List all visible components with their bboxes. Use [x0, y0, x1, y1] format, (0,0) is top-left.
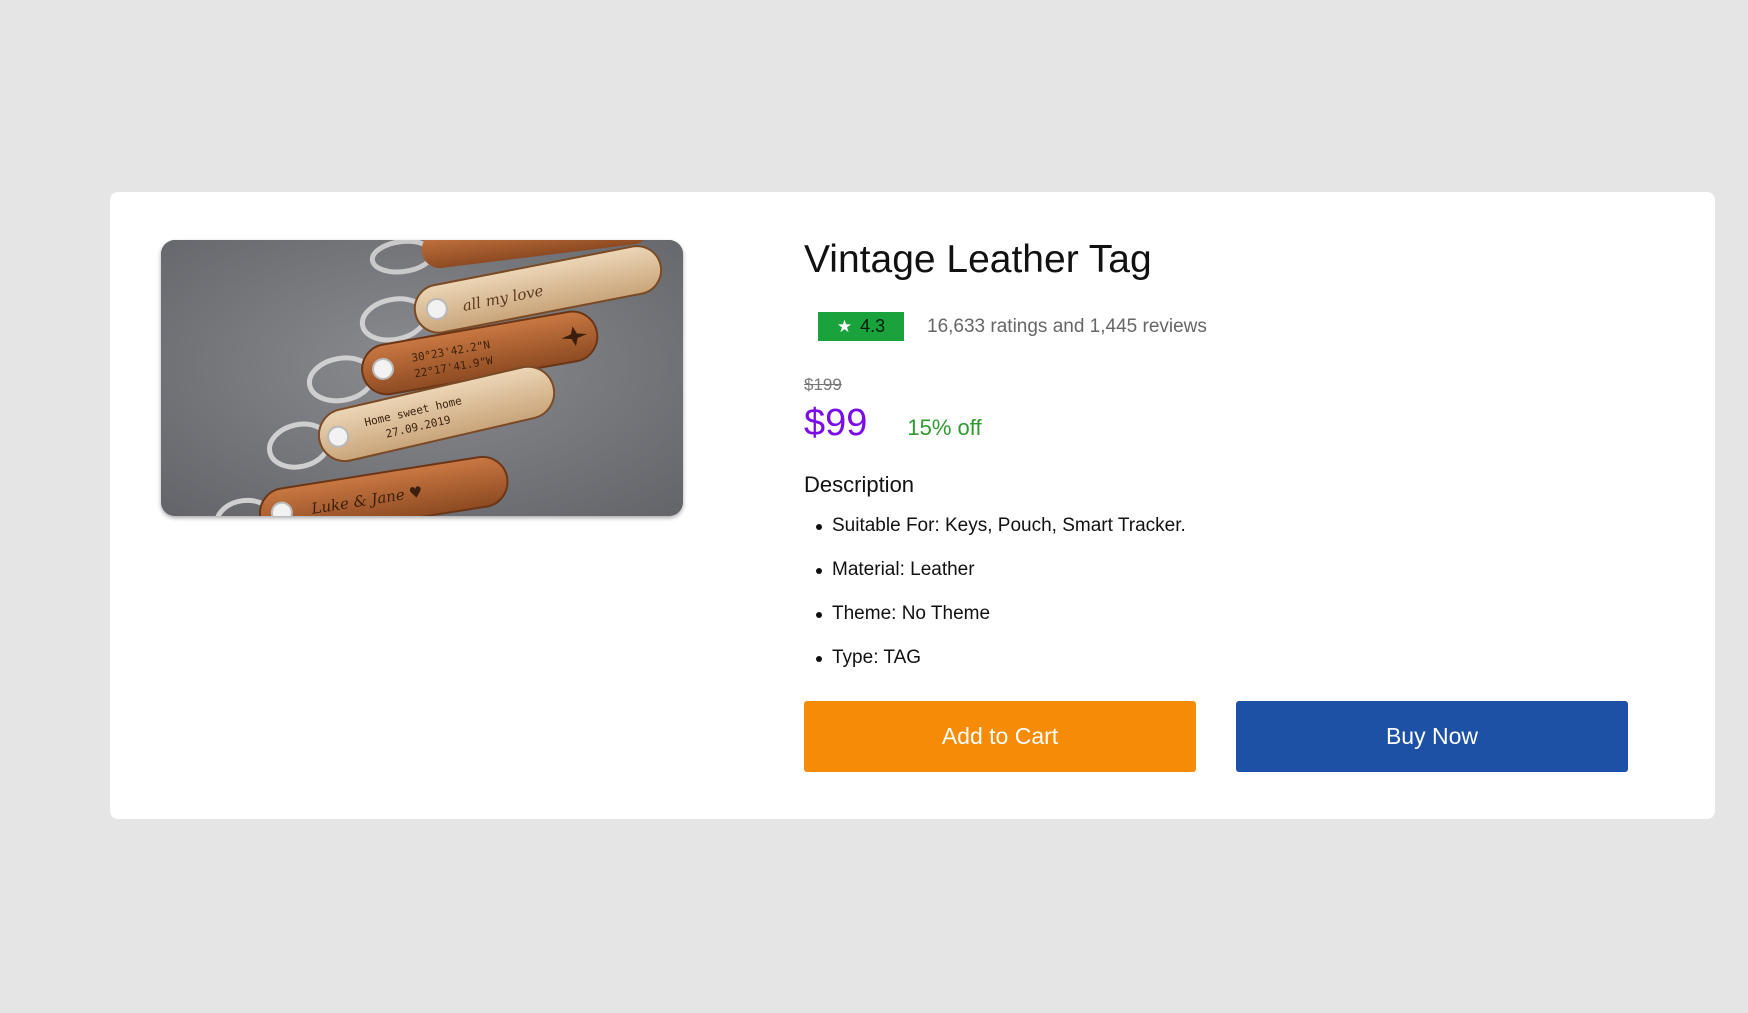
product-title: Vintage Leather Tag — [804, 238, 1152, 281]
price-row: $99 15% off — [804, 402, 982, 445]
current-price: $99 — [804, 402, 868, 444]
add-to-cart-button[interactable]: Add to Cart — [804, 701, 1196, 772]
description-item: Theme: No Theme — [804, 603, 1186, 647]
product-image[interactable]: all my love 30°23'42.2"N 22°17'41.9"W Ho… — [161, 240, 683, 516]
star-icon: ★ — [836, 317, 853, 336]
original-price: $199 — [804, 375, 842, 394]
description-list: Suitable For: Keys, Pouch, Smart Tracker… — [804, 515, 1186, 691]
rating-badge: ★ 4.3 — [818, 312, 904, 341]
rating-value: 4.3 — [860, 316, 886, 336]
product-card: all my love 30°23'42.2"N 22°17'41.9"W Ho… — [110, 192, 1715, 819]
discount-label: 15% off — [907, 415, 982, 440]
buy-now-button[interactable]: Buy Now — [1236, 701, 1628, 772]
description-item: Suitable For: Keys, Pouch, Smart Tracker… — [804, 515, 1186, 559]
description-item: Material: Leather — [804, 559, 1186, 603]
description-item: Type: TAG — [804, 647, 1186, 691]
ratings-summary: 16,633 ratings and 1,445 reviews — [927, 315, 1207, 337]
description-heading: Description — [804, 472, 915, 497]
rating-row: ★ 4.3 16,633 ratings and 1,445 reviews — [818, 312, 1207, 341]
